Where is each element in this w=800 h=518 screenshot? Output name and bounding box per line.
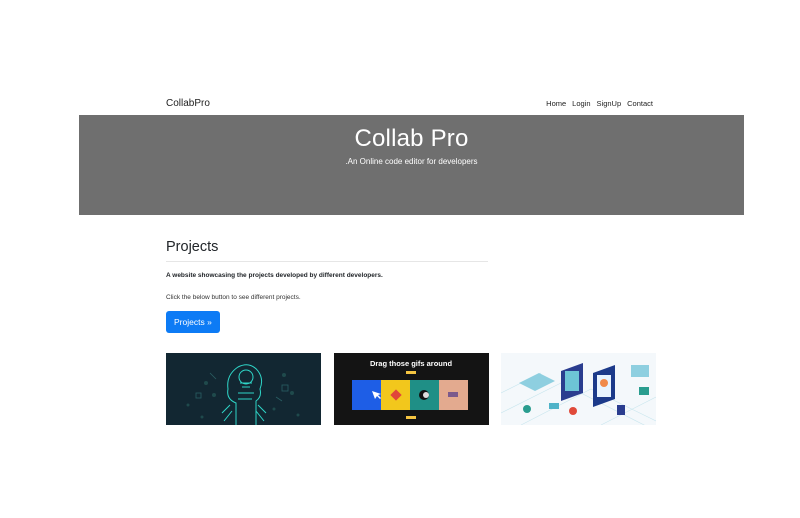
projects-heading: Projects [166, 239, 488, 262]
brand-link[interactable]: CollabPro [166, 98, 210, 109]
ai-robot-head-illustration [166, 353, 321, 425]
gifs-card-title: Drag those gifs around [370, 359, 453, 368]
navbar: CollabPro Home Login SignUp Contact [166, 96, 653, 110]
gif-drag-illustration: Drag those gifs around [334, 353, 489, 425]
isometric-collaboration-illustration [501, 353, 656, 425]
nav-login-link[interactable]: Login [572, 99, 590, 108]
projects-description: Click the below button to see different … [166, 294, 301, 301]
hero-title: Collab Pro [354, 125, 469, 152]
project-cards: Drag those gifs around [166, 353, 656, 425]
hero-banner: Collab Pro .An Online code editor for de… [79, 115, 744, 215]
projects-section: Projects A website showcasing the projec… [166, 239, 488, 333]
projects-lead: A website showcasing the projects develo… [166, 272, 383, 279]
nav-links: Home Login SignUp Contact [546, 99, 653, 108]
project-card-collab[interactable] [501, 353, 656, 425]
project-card-ai[interactable] [166, 353, 321, 425]
nav-home-link[interactable]: Home [546, 99, 566, 108]
nav-signup-link[interactable]: SignUp [597, 99, 622, 108]
hero-subtitle: .An Online code editor for developers [345, 157, 478, 166]
project-card-gifs[interactable]: Drag those gifs around [334, 353, 489, 425]
nav-contact-link[interactable]: Contact [627, 99, 653, 108]
projects-button[interactable]: Projects » [166, 311, 220, 333]
